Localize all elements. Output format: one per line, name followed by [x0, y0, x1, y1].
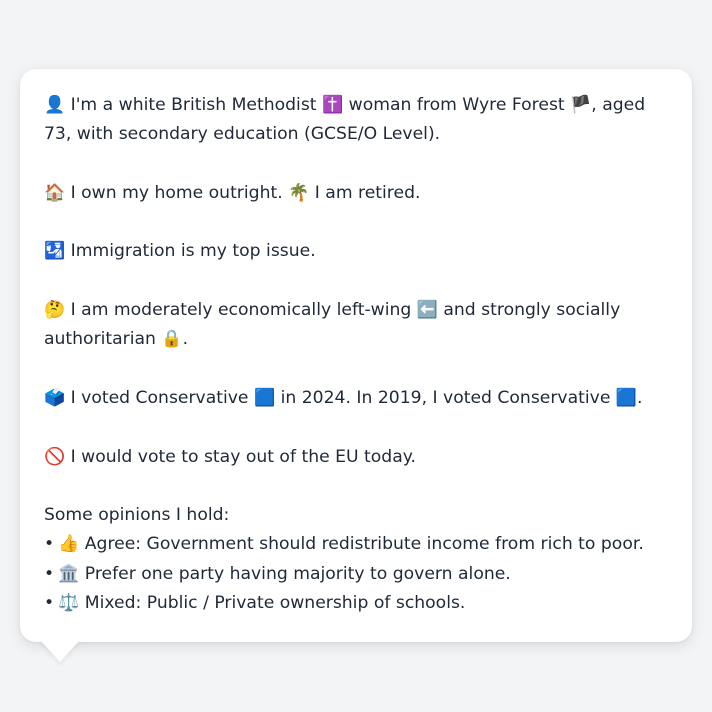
balance-scale-icon: ⚖️ [58, 593, 80, 614]
passport-control-icon: 🛂 [44, 241, 66, 262]
opinion-item: • 👍 Agree: Government should redistribute… [44, 534, 644, 555]
palm-tree-icon: 🌴 [288, 182, 310, 203]
opinion-item: • 🏛️ Prefer one party having majority to … [44, 563, 511, 584]
vote-line: 🗳️ I voted Conservative 🟦 in 2024. In 20… [44, 387, 643, 408]
classical-building-icon: 🏛️ [58, 563, 80, 584]
blue-square-icon: 🟦 [615, 387, 638, 408]
thumbs-up-icon: 👍 [58, 534, 80, 555]
thinking-face-icon: 🤔 [44, 300, 66, 321]
cross-icon: ✝️ [322, 95, 344, 115]
ideology-line: 🤔 I am moderately economically left-wing… [44, 300, 621, 350]
lock-icon: 🔒 [161, 329, 183, 350]
identity-line: 👤 I'm a white British Methodist ✝️ woman… [44, 95, 646, 145]
bullet: • [44, 563, 55, 584]
person-icon: 👤 [44, 95, 66, 115]
ballot-box-icon: 🗳️ [44, 387, 66, 408]
blue-square-icon: 🟦 [253, 387, 276, 408]
bullet: • [44, 534, 55, 555]
bullet: • [44, 593, 55, 614]
eu-line: 🚫 I would vote to stay out of the EU tod… [44, 446, 416, 467]
speech-bubble-tail [40, 640, 80, 662]
prohibited-icon: 🚫 [44, 446, 66, 467]
issue-line: 🛂 Immigration is my top issue. [44, 241, 316, 262]
home-line: 🏠 I own my home outright. 🌴 I am retired… [44, 182, 421, 203]
opinions-section: Some opinions I hold: • 👍 Agree: Governme… [44, 501, 668, 618]
england-flag-icon: 🏴 [570, 95, 592, 115]
persona-card: 👤 I'm a white British Methodist ✝️ woman… [20, 69, 692, 642]
left-arrow-icon: ⬅️ [416, 300, 438, 321]
house-icon: 🏠 [44, 182, 66, 203]
opinion-item: • ⚖️ Mixed: Public / Private ownership of… [44, 593, 466, 614]
opinions-header: Some opinions I hold: [44, 505, 230, 526]
